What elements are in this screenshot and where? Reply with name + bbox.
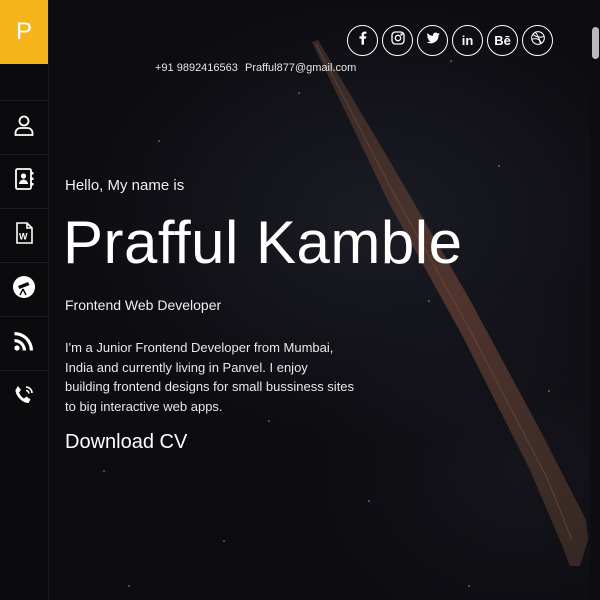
hero-bio: I'm a Junior Frontend Developer from Mum… — [65, 340, 355, 414]
phone-icon — [12, 383, 36, 412]
facebook-icon — [355, 30, 371, 51]
user-icon — [12, 113, 36, 142]
twitter-icon — [425, 30, 441, 51]
instagram-icon — [390, 30, 406, 51]
contact-book-icon — [12, 167, 36, 196]
behance-icon: Bē — [494, 33, 511, 48]
facebook-link[interactable] — [347, 25, 378, 56]
svg-text:W: W — [19, 232, 28, 242]
linkedin-link[interactable]: in — [452, 25, 483, 56]
hero-role: Frontend Web Developer — [65, 297, 222, 313]
download-cv-button[interactable]: Download CV — [65, 431, 187, 454]
sidebar-item-resume[interactable]: W — [0, 208, 48, 262]
logo[interactable]: P — [0, 0, 48, 64]
sidebar-item-call[interactable] — [0, 370, 48, 424]
contact-email[interactable]: Prafful877@gmail.com — [245, 62, 356, 74]
behance-link[interactable]: Bē — [487, 25, 518, 56]
scrollbar-thumb[interactable] — [592, 27, 599, 59]
dribbble-link[interactable] — [522, 25, 553, 56]
hero-greeting: Hello, My name is — [65, 177, 185, 194]
dribbble-icon — [530, 30, 546, 51]
twitter-link[interactable] — [417, 25, 448, 56]
scrollbar-track[interactable] — [590, 0, 600, 600]
sidebar-item-about[interactable] — [0, 100, 48, 154]
sidebar-item-contact[interactable] — [0, 154, 48, 208]
sidebar: P W — [0, 0, 49, 600]
word-document-icon: W — [12, 221, 36, 250]
sidebar-item-portfolio[interactable] — [0, 262, 48, 316]
telescope-icon — [12, 275, 36, 304]
linkedin-icon: in — [461, 33, 474, 48]
instagram-link[interactable] — [382, 25, 413, 56]
sidebar-item-blog[interactable] — [0, 316, 48, 370]
hero-name: Prafful Kamble — [63, 209, 463, 276]
rss-icon — [12, 329, 36, 358]
contact-phone[interactable]: +91 9892416563 — [155, 62, 238, 74]
